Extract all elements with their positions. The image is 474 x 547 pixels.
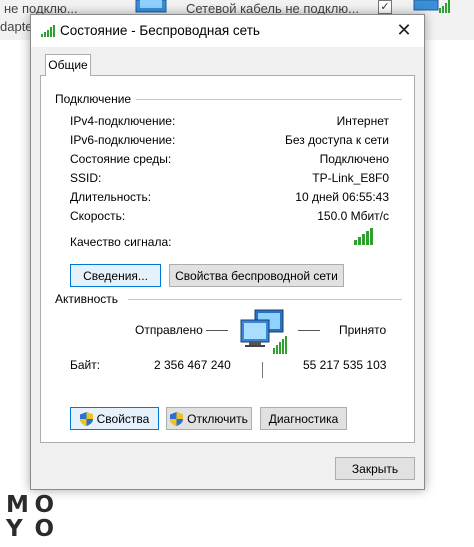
ssid-value: TP-Link_E8F0 bbox=[312, 171, 389, 185]
group-divider bbox=[136, 99, 402, 100]
activity-divider bbox=[262, 362, 263, 378]
logo-letter: O bbox=[34, 492, 54, 518]
media-state-label: Состояние среды: bbox=[70, 152, 172, 166]
bytes-received-value: 55 217 535 103 bbox=[303, 358, 387, 372]
diagnostics-button-label: Диагностика bbox=[268, 411, 339, 426]
speed-label: Скорость: bbox=[70, 209, 126, 223]
wireless-status-dialog: Состояние - Беспроводная сеть ✕ Общие По… bbox=[30, 14, 425, 490]
wifi-signal-icon bbox=[41, 25, 55, 37]
signal-bar bbox=[370, 228, 373, 245]
tab-panel-general: Подключение IPv4-подключение: Интернет I… bbox=[40, 75, 415, 443]
received-dash bbox=[298, 330, 320, 331]
signal-bar bbox=[366, 231, 369, 245]
sent-dash bbox=[206, 330, 228, 331]
ipv4-value: Интернет bbox=[336, 114, 389, 128]
details-button-label: Сведения... bbox=[83, 268, 148, 283]
bytes-sent-value: 2 356 467 240 bbox=[154, 358, 231, 372]
uac-shield-icon bbox=[170, 411, 184, 426]
ipv6-value: Без доступа к сети bbox=[285, 133, 389, 147]
diagnostics-button[interactable]: Диагностика bbox=[260, 407, 347, 430]
ipv6-label: IPv6-подключение: bbox=[70, 133, 176, 147]
activity-group-heading: Активность bbox=[55, 292, 119, 306]
background-text: dapte bbox=[0, 19, 33, 34]
logo-letter: M bbox=[6, 492, 29, 518]
logo-letter: Y bbox=[6, 516, 23, 542]
duration-value: 10 дней 06:55:43 bbox=[295, 190, 389, 204]
sent-label: Отправлено bbox=[135, 323, 203, 337]
properties-button-label: Свойства bbox=[96, 411, 150, 426]
checkbox-icon[interactable]: ✓ bbox=[378, 0, 392, 14]
title-bar: Состояние - Беспроводная сеть ✕ bbox=[31, 15, 424, 47]
close-icon: ✕ bbox=[396, 20, 412, 40]
close-window-button[interactable]: ✕ bbox=[384, 15, 424, 47]
speed-value: 150.0 Мбит/с bbox=[317, 209, 389, 223]
properties-button[interactable]: Свойства bbox=[70, 407, 159, 430]
bytes-label: Байт: bbox=[70, 358, 101, 372]
ipv4-label: IPv4-подключение: bbox=[70, 114, 176, 128]
network-computer-icon bbox=[135, 0, 167, 13]
wireless-properties-label: Свойства беспроводной сети bbox=[175, 268, 338, 283]
logo-letter: O bbox=[34, 516, 54, 542]
duration-label: Длительность: bbox=[70, 190, 152, 204]
signal-bar bbox=[354, 240, 357, 245]
signal-bar bbox=[358, 237, 361, 245]
window-title: Состояние - Беспроводная сеть bbox=[60, 23, 260, 38]
wireless-properties-button[interactable]: Свойства беспроводной сети bbox=[169, 264, 344, 287]
moyo-watermark-logo: M O Y O bbox=[6, 493, 54, 541]
close-button[interactable]: Закрыть bbox=[335, 457, 415, 480]
signal-quality-label: Качество сигнала: bbox=[70, 235, 172, 249]
network-computers-icon bbox=[240, 309, 287, 354]
details-button[interactable]: Сведения... bbox=[70, 264, 161, 287]
close-button-label: Закрыть bbox=[351, 461, 399, 476]
uac-shield-icon bbox=[79, 411, 93, 426]
ssid-label: SSID: bbox=[70, 171, 102, 185]
media-state-value: Подключено bbox=[319, 152, 389, 166]
disconnect-button[interactable]: Отключить bbox=[166, 407, 252, 430]
wifi-computer-icon bbox=[413, 0, 450, 13]
received-label: Принято bbox=[339, 323, 387, 337]
connection-group-heading: Подключение bbox=[55, 92, 132, 106]
group-divider bbox=[128, 299, 402, 300]
tab-general[interactable]: Общие bbox=[45, 54, 91, 76]
signal-bar bbox=[362, 234, 365, 245]
signal-strength-icon bbox=[354, 228, 373, 245]
tab-label: Общие bbox=[48, 58, 88, 72]
disconnect-button-label: Отключить bbox=[187, 411, 248, 426]
